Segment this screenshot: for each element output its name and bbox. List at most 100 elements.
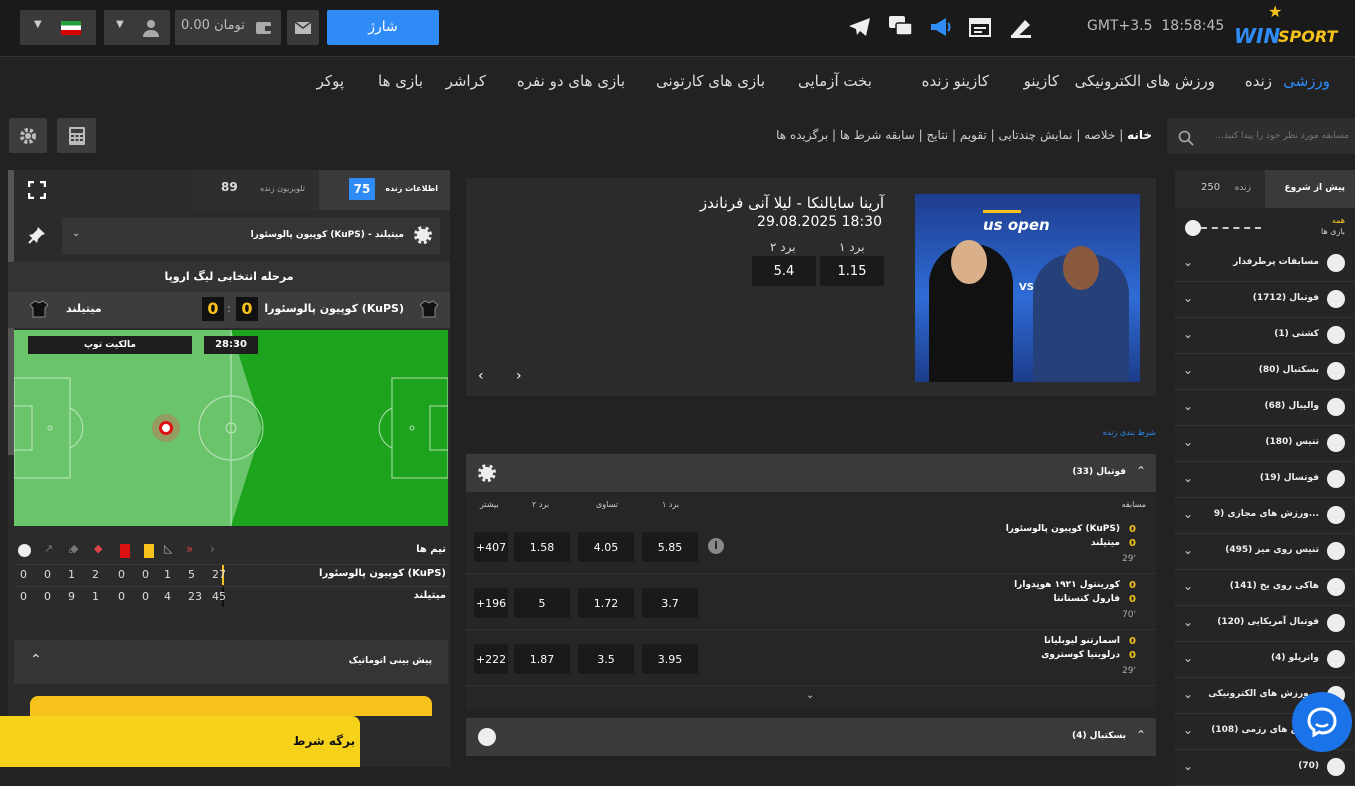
nav-item-live[interactable]: زنده [1245, 72, 1272, 90]
sidebar-item-sport[interactable]: واترپلو (4) ⌄ [1175, 642, 1355, 678]
sidebar-item-sport[interactable]: فوتبال آمریکایی (120) ⌄ [1175, 606, 1355, 642]
chevron-down-icon[interactable]: ⌄ [1183, 255, 1193, 269]
odd-w1[interactable]: 5.85 [642, 532, 698, 562]
sidebar-item-sport[interactable]: بسکتبال (80) ⌄ [1175, 354, 1355, 390]
chevron-up-icon[interactable]: ⌃ [30, 652, 42, 668]
odd-draw[interactable]: 1.72 [578, 588, 634, 618]
team2-name[interactable]: درلوینیا کوستروی [1041, 650, 1120, 660]
nav-item-casino[interactable]: کازینو [1024, 72, 1059, 90]
games-slider[interactable] [1185, 220, 1265, 236]
tab-live[interactable]: زنده 250 [1175, 170, 1265, 208]
team1-name[interactable]: اسمارتنو لیوبلیانا [1044, 636, 1120, 646]
chevron-down-icon[interactable]: ⌄ [1183, 723, 1193, 737]
chevron-down-icon[interactable]: ⌄ [1183, 579, 1193, 593]
nav-item-sports[interactable]: ورزشی [1283, 72, 1330, 90]
table-row[interactable]: 0 اسمارتنو لیوبلیانا 0 درلوینیا کوستروی 29' 3… [466, 630, 1156, 686]
team2-name[interactable]: فارول کنستانتا [1053, 594, 1120, 604]
carousel-next-icon[interactable]: › [516, 368, 522, 384]
odd-w1[interactable]: 3.95 [642, 644, 698, 674]
live-betting-link[interactable]: شرط بندی زنده [1103, 428, 1156, 437]
table-row[interactable]: 0 کوپیون پالوسئورا (KuPS) 0 میتیلند 29' 5.85 4… [466, 518, 1156, 574]
breadcrumb-calendar[interactable]: تقویم [960, 128, 987, 142]
match-select[interactable]: ⌄ کوپیون پالوسئورا (KuPS) - میتیلند [62, 218, 440, 254]
logo[interactable]: ★ WIN SPORT [1234, 2, 1344, 48]
more-markets[interactable]: +222 [474, 644, 508, 674]
language-selector[interactable]: ▼ [20, 10, 96, 45]
breadcrumb-results[interactable]: نتایج [926, 128, 948, 142]
more-markets[interactable]: +196 [474, 588, 508, 618]
user-menu-button[interactable]: ▼ [104, 10, 170, 45]
slider-knob[interactable] [1185, 220, 1201, 236]
chevron-up-icon[interactable]: ⌃ [1136, 464, 1146, 478]
breadcrumb-bet-history[interactable]: سابقه شرط ها [840, 128, 915, 142]
chevron-down-icon[interactable]: ⌄ [1183, 291, 1193, 305]
unpin-icon[interactable] [28, 226, 46, 244]
nav-item-two-player[interactable]: بازی های دو نفره [517, 72, 625, 90]
chevron-down-icon[interactable]: ⌄ [1183, 687, 1193, 701]
chevron-down-icon[interactable]: ⌄ [1183, 615, 1193, 629]
chevron-down-icon[interactable]: ⌄ [1183, 327, 1193, 341]
chevron-down-icon[interactable]: ⌄ [1183, 759, 1193, 773]
team1-name[interactable]: کورینتول ۱۹۲۱ هونِدوارا [1014, 580, 1120, 590]
sidebar-item-sport[interactable]: فوتسال (19) ⌄ [1175, 462, 1355, 498]
odd-w2[interactable]: 5 [514, 588, 570, 618]
chevron-down-icon[interactable]: ⌄ [1183, 507, 1193, 521]
sidebar-item-sport[interactable]: تنیس روی میز (495) ⌄ [1175, 534, 1355, 570]
tab-live-tv[interactable]: 89 تلویزیون زنده [191, 170, 319, 210]
bet-ticket-icon[interactable] [1009, 16, 1033, 38]
settings-button[interactable] [9, 118, 47, 153]
info-icon[interactable]: i [708, 538, 724, 554]
breadcrumb-favorites[interactable]: برگزیده ها [776, 128, 828, 142]
wallet-balance[interactable]: 0.00 تومان [175, 10, 281, 45]
search-icon[interactable] [1178, 130, 1194, 146]
messages-button[interactable] [287, 10, 319, 45]
auto-predict-bar[interactable] [30, 696, 432, 716]
telegram-icon[interactable] [849, 18, 871, 36]
nav-item-poker[interactable]: پوکر [317, 72, 344, 90]
nav-item-crasher[interactable]: کراشر [446, 72, 486, 90]
featured-w2-odd[interactable]: 5.4 [752, 256, 816, 286]
tab-live-info[interactable]: 75 اطلاعات زنده [319, 170, 450, 210]
chevron-down-icon[interactable]: ⌄ [1183, 399, 1193, 413]
sidebar-item-sport[interactable]: ورزش های مجازی (9... ⌄ [1175, 498, 1355, 534]
breadcrumb-summary[interactable]: خلاصه [1084, 128, 1115, 142]
featured-title[interactable]: آرینا سابالنکا - لیلا آنی فرناندز [700, 194, 884, 212]
nav-item-cartoon-games[interactable]: بازی های کارتونی [656, 72, 765, 90]
sidebar-item-sport[interactable]: هاکی روی یخ (141) ⌄ [1175, 570, 1355, 606]
nav-item-esports[interactable]: ورزش های الکترونیکی [1075, 72, 1215, 90]
odd-w2[interactable]: 1.87 [514, 644, 570, 674]
odd-w1[interactable]: 3.7 [642, 588, 698, 618]
fullscreen-icon[interactable] [28, 181, 46, 199]
featured-banner[interactable]: us open VS [915, 194, 1140, 382]
featured-w1-odd[interactable]: 1.15 [820, 256, 884, 286]
chevron-down-icon[interactable]: ⌄ [1183, 471, 1193, 485]
sidebar-item-sport[interactable]: کشتی (1) ⌄ [1175, 318, 1355, 354]
search-box[interactable] [1167, 118, 1355, 154]
nav-item-live-casino[interactable]: کازینو زنده [922, 72, 989, 90]
nav-item-lottery[interactable]: بخت آزمایی [798, 72, 872, 90]
sidebar-item-sport[interactable]: تنیس (180) ⌄ [1175, 426, 1355, 462]
tab-prematch[interactable]: پیش از شروع [1265, 170, 1355, 208]
sidebar-item-sport[interactable]: (70) ⌄ [1175, 750, 1355, 786]
carousel-prev-icon[interactable]: ‹ [478, 368, 484, 384]
megaphone-icon[interactable] [929, 17, 953, 37]
sidebar-item-sport[interactable]: مسابقات پرطرفدار ⌄ [1175, 246, 1355, 282]
chevron-down-icon[interactable]: ⌄ [1183, 543, 1193, 557]
odd-draw[interactable]: 3.5 [578, 644, 634, 674]
chat-icon[interactable] [889, 16, 913, 38]
chevron-down-icon[interactable]: ⌄ [806, 690, 814, 701]
odd-w2[interactable]: 1.58 [514, 532, 570, 562]
sidebar-item-sport[interactable]: فوتبال (1712) ⌄ [1175, 282, 1355, 318]
search-input[interactable] [1199, 126, 1349, 146]
auto-predict-header[interactable]: ⌃ پیش بینی اتوماتیک [14, 640, 448, 684]
chevron-down-icon[interactable]: ⌄ [1183, 435, 1193, 449]
chevron-down-icon[interactable]: ⌄ [1183, 651, 1193, 665]
more-markets[interactable]: +407 [474, 532, 508, 562]
chevron-up-icon[interactable]: ⌃ [1136, 728, 1146, 742]
team1-name[interactable]: کوپیون پالوسئورا (KuPS) [1006, 524, 1120, 534]
sidebar-item-sport[interactable]: والیبال (68) ⌄ [1175, 390, 1355, 426]
charge-button[interactable]: شارژ [327, 10, 439, 45]
chevron-down-icon[interactable]: ⌄ [1183, 363, 1193, 377]
calendar-icon[interactable] [969, 17, 991, 37]
nav-item-games[interactable]: بازی ها [378, 72, 423, 90]
